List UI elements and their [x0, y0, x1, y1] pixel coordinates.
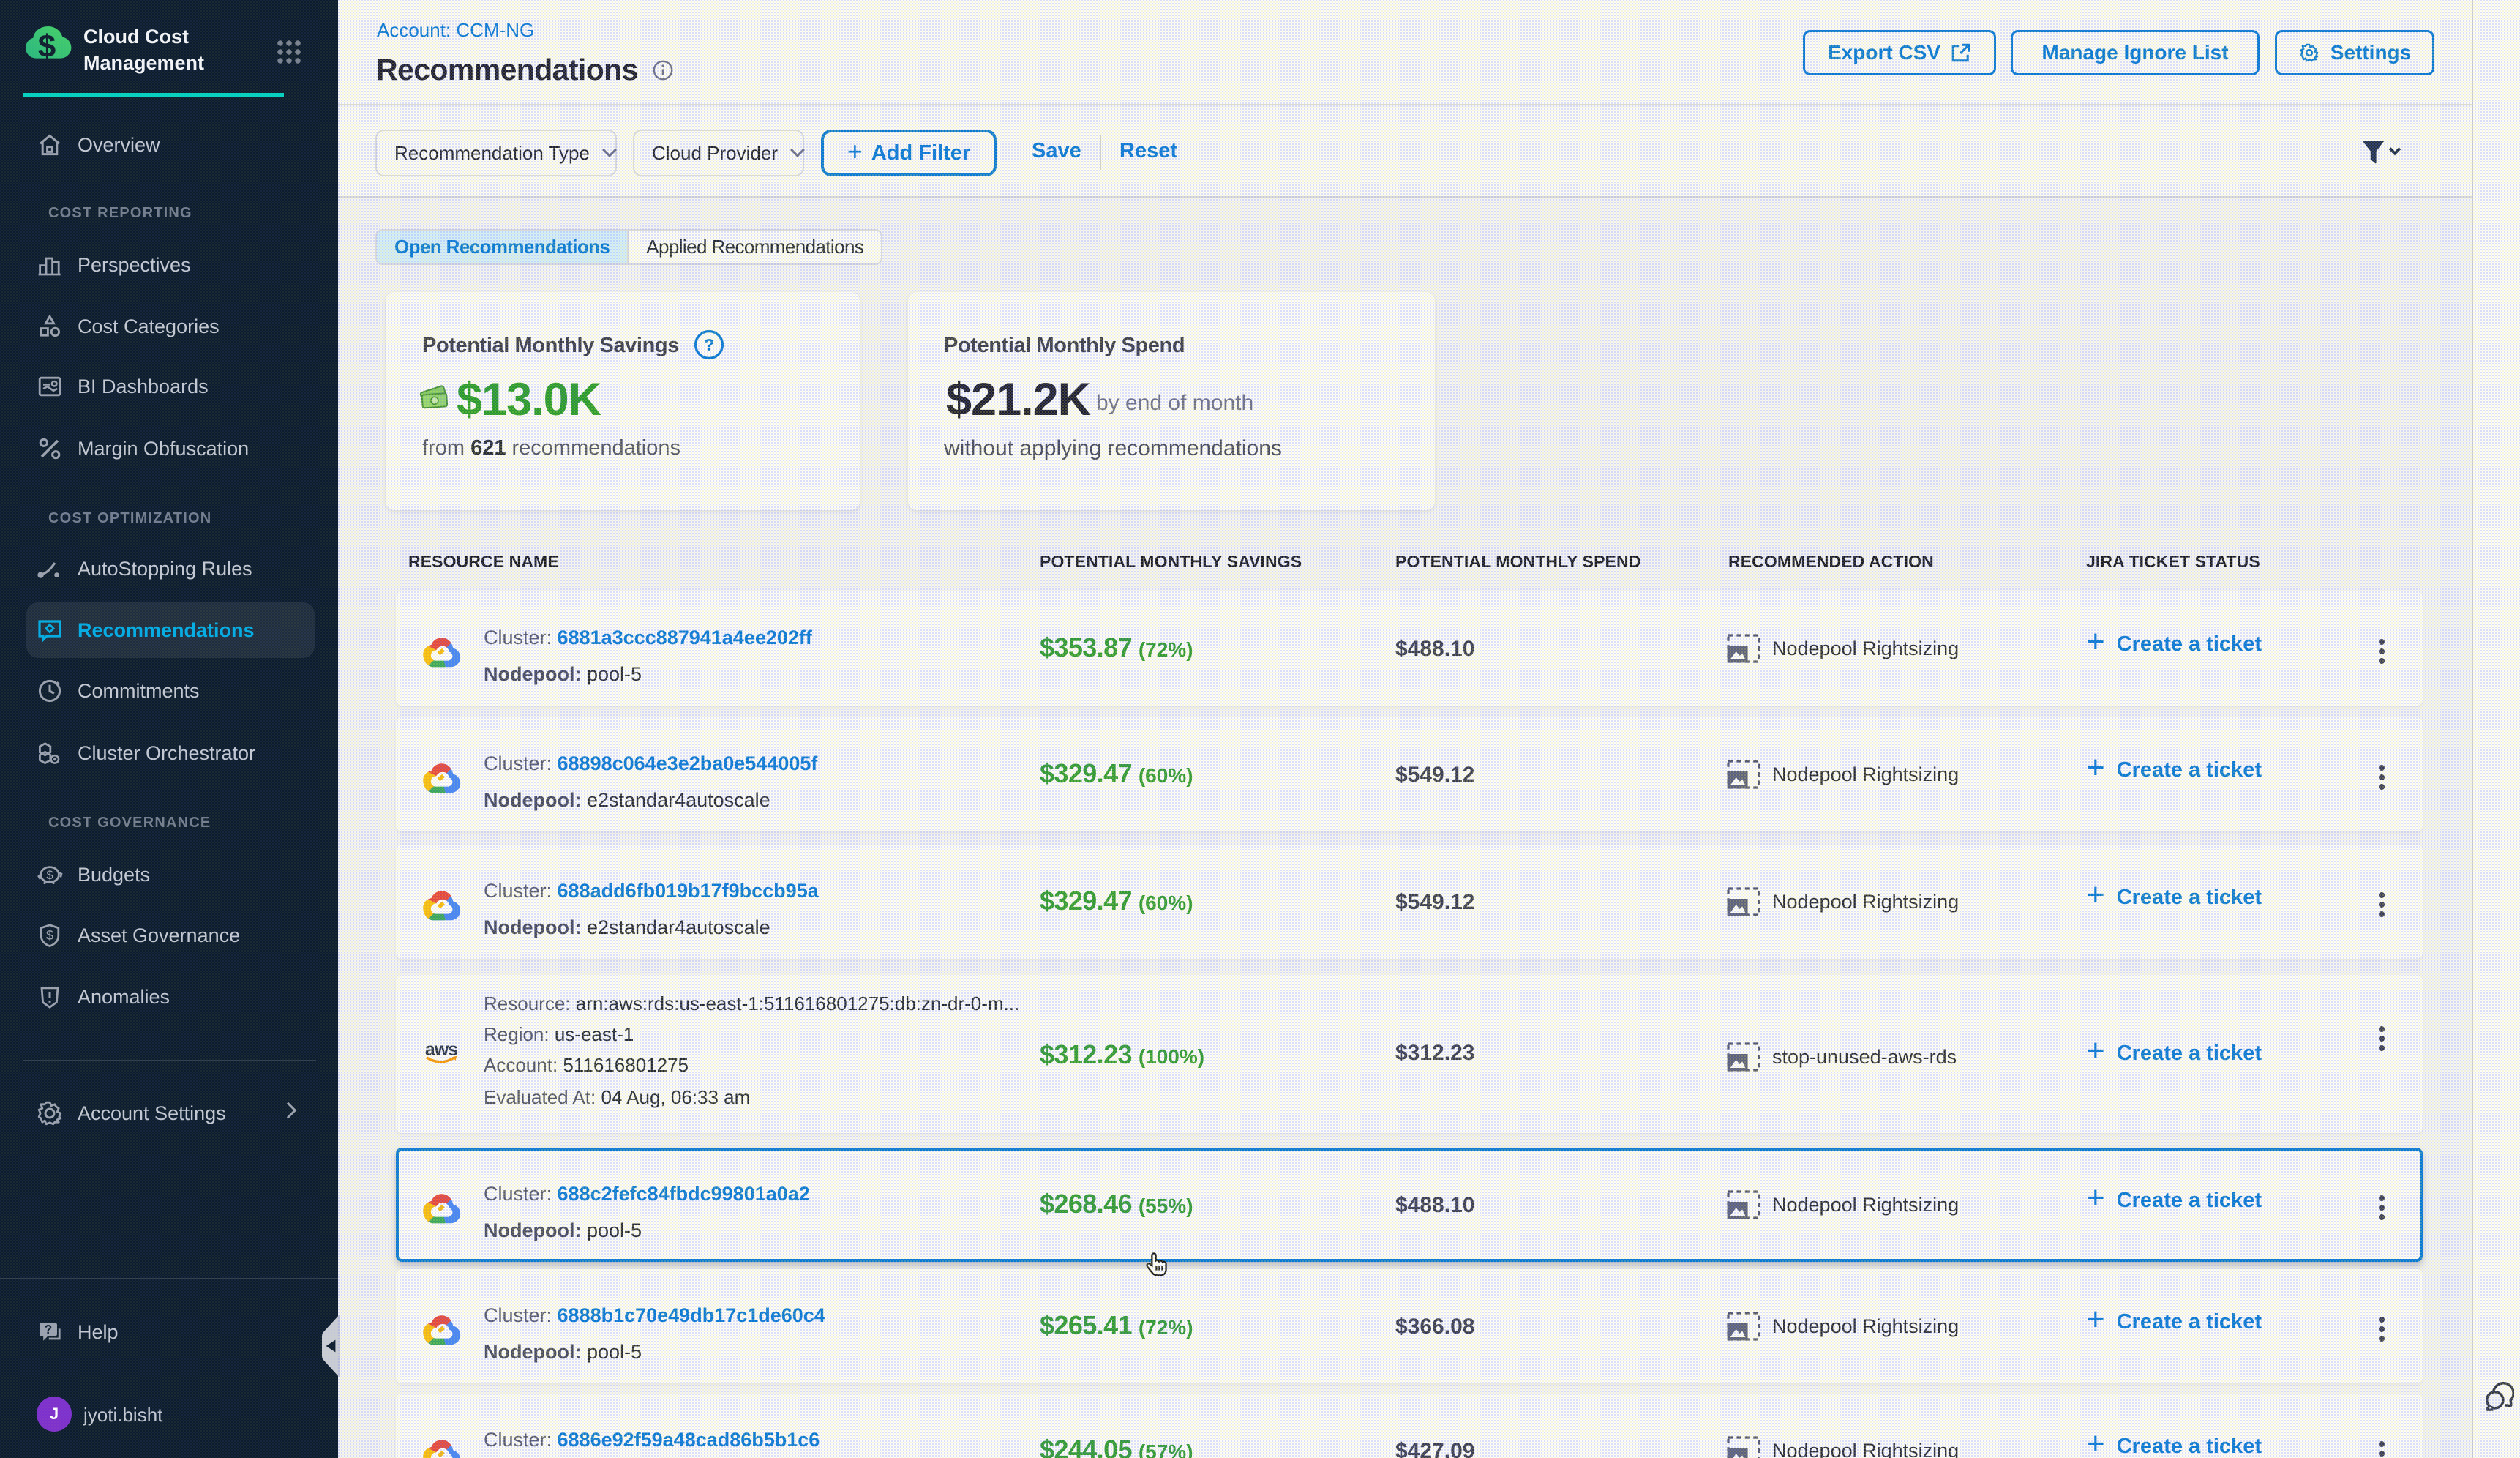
- svg-text:$: $: [46, 868, 53, 882]
- svg-text:$: $: [38, 29, 56, 64]
- svg-text:?: ?: [704, 335, 714, 354]
- svg-text:aws: aws: [425, 1039, 457, 1060]
- svg-text:$: $: [46, 928, 53, 943]
- svg-text:?: ?: [45, 1322, 53, 1336]
